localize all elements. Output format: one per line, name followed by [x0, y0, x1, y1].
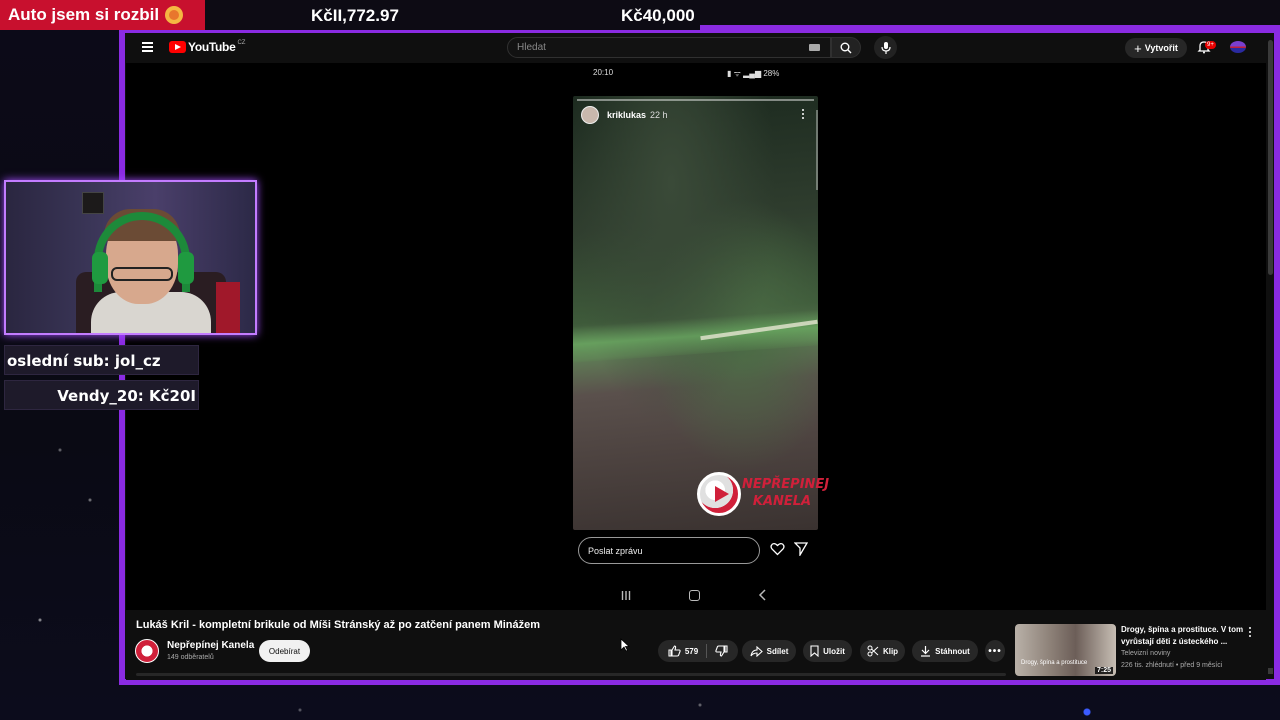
last-subscriber-label: oslední sub: jol_cz — [4, 345, 199, 375]
comments-divider — [136, 673, 1006, 676]
subscriber-count: 149 odběratelů — [167, 654, 214, 661]
share-button[interactable]: Sdílet — [742, 640, 796, 662]
recommended-video-meta: 226 tis. zhlédnutí • před 9 měsíci — [1121, 662, 1223, 669]
page-scrollbar[interactable] — [1268, 40, 1273, 275]
channel-watermark-logo — [697, 472, 741, 516]
like-dislike-group: 579 — [658, 640, 738, 662]
recommended-more-icon[interactable] — [1249, 627, 1251, 639]
alert-text: Auto jsem si rozbil — [8, 5, 160, 24]
recommended-video-title[interactable]: Drogy, špína a prostituce. V tom vyrůsta… — [1121, 624, 1245, 648]
download-button[interactable]: Stáhnout — [912, 640, 978, 662]
video-duration-badge: 7:25 — [1095, 667, 1114, 674]
donation-goal-current: KčII,772.97 — [311, 6, 399, 25]
emoji-icon — [165, 6, 184, 24]
video-title: Lukáš Kril - kompletní brikule od Míši S… — [136, 619, 541, 631]
send-icon — [794, 542, 808, 556]
youtube-logo[interactable]: YouTube CZ — [169, 40, 245, 54]
subscribe-button[interactable]: Odebírat — [259, 640, 310, 662]
channel-watermark-text: NEPŘEPINEJ KANELA — [742, 476, 830, 510]
stream-alert-banner: Auto jsem si rozbil — [0, 0, 205, 30]
page-scrollbar-end[interactable] — [1268, 668, 1273, 674]
heart-icon — [770, 542, 785, 556]
share-icon — [750, 645, 763, 657]
more-horizontal-icon: ••• — [988, 645, 1002, 657]
story-progress-bar — [577, 99, 814, 101]
create-label: Vytvořit — [1144, 43, 1178, 53]
plus-icon: + — [1134, 40, 1142, 56]
microphone-icon — [880, 41, 891, 54]
bookmark-icon — [810, 645, 819, 657]
story-more-icon — [802, 109, 805, 121]
story-message-field: Poslat zprávu — [578, 537, 760, 564]
story-time-ago: 22 h — [650, 110, 668, 120]
download-icon — [921, 646, 931, 657]
story-user-avatar — [581, 106, 599, 124]
battery-percent: 28% — [763, 69, 780, 78]
account-avatar[interactable] — [1230, 41, 1246, 53]
menu-icon[interactable] — [142, 42, 153, 52]
like-count: 579 — [684, 646, 699, 656]
phone-battery: ▮ ᯤ ▂▄▆ 28% — [727, 69, 780, 78]
search-input[interactable]: Hledat — [507, 37, 831, 58]
search-icon — [840, 42, 852, 53]
youtube-logo-text: YouTube — [188, 40, 236, 54]
voice-search-button[interactable] — [874, 36, 897, 59]
create-button[interactable]: + Vytvořit — [1125, 38, 1187, 58]
webcam-overlay — [4, 180, 257, 335]
chair-accent — [216, 282, 240, 333]
notifications-badge: 9+ — [1205, 41, 1216, 49]
download-label: Stáhnout — [935, 646, 970, 656]
top-donor-label: Vendy_20: Kč20I — [4, 380, 199, 410]
phone-clock: 20:10 — [593, 68, 614, 77]
save-button[interactable]: Uložit — [803, 640, 852, 662]
story-username: kriklukas — [607, 110, 647, 120]
like-separator — [706, 644, 708, 658]
dislike-icon[interactable] — [715, 645, 728, 657]
mouse-cursor-icon — [620, 638, 630, 652]
youtube-play-icon — [169, 41, 186, 53]
country-code: CZ — [237, 40, 246, 46]
android-home-icon — [689, 590, 700, 601]
more-actions-button[interactable]: ••• — [985, 640, 1005, 662]
share-label: Sdílet — [766, 646, 789, 656]
clip-label: Klip — [882, 646, 899, 656]
story-scroll-indicator — [816, 110, 818, 190]
search-button[interactable] — [831, 37, 861, 58]
clip-button[interactable]: Klip — [860, 640, 905, 662]
like-icon[interactable] — [668, 645, 681, 657]
wall-picture — [82, 192, 104, 214]
thumbnail-caption: Drogy, špína a prostituce — [1021, 660, 1088, 666]
android-recents-icon — [621, 591, 631, 600]
scissors-icon — [867, 645, 879, 657]
android-back-icon — [758, 589, 766, 601]
recommended-video-channel[interactable]: Televizní noviny — [1121, 650, 1170, 657]
headset-right-cup — [178, 252, 194, 284]
donation-goal-target: Kč40,000 — [621, 6, 695, 25]
keyboard-icon[interactable] — [809, 44, 820, 51]
save-label: Uložit — [823, 646, 845, 656]
watermark-line-2: KANELA — [752, 494, 812, 509]
headset-left-cup — [92, 252, 108, 284]
streamer-glasses — [111, 267, 173, 281]
channel-name[interactable]: Nepřepínej Kanela — [167, 640, 254, 651]
watermark-line-1: NEPŘEPINEJ — [742, 477, 830, 492]
channel-avatar[interactable] — [135, 639, 159, 663]
